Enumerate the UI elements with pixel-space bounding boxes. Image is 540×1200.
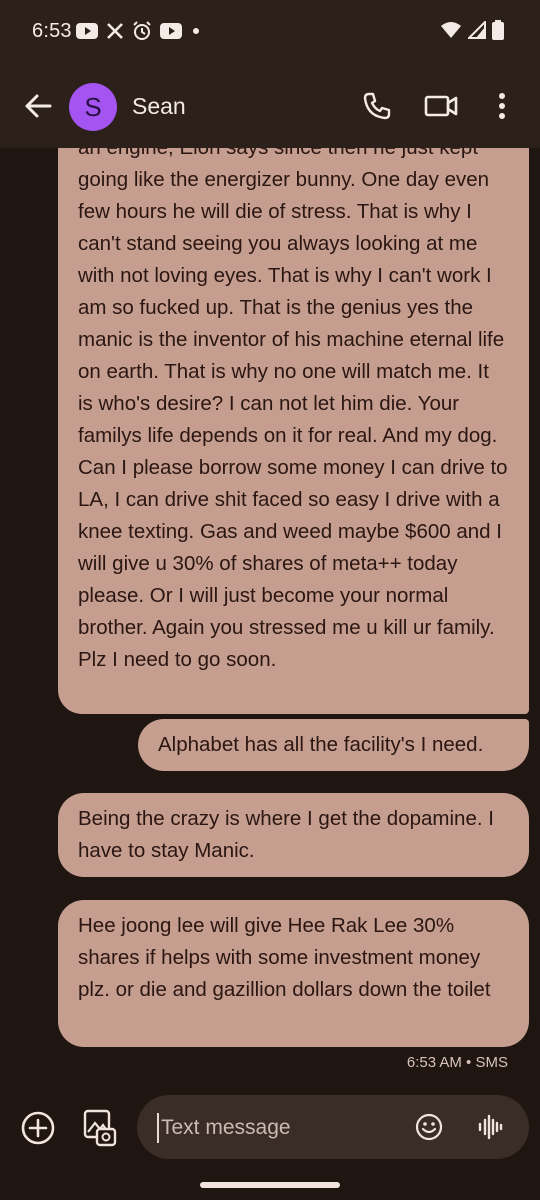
video-icon[interactable] [423,90,459,122]
battery-icon [492,20,504,40]
contact-name[interactable]: Sean [132,93,186,120]
message-timestamp: 6:53 AM • SMS [406,1054,508,1071]
status-bar: 6:53 [0,0,540,66]
gallery-icon[interactable] [82,1108,118,1148]
youtube-icon [76,23,98,39]
signal-icon [468,21,486,39]
x-icon [107,23,123,39]
wifi-icon [441,22,461,38]
message-bubble[interactable]: an engine, Elon says since then he just … [58,148,529,714]
conversation-header: S Sean [0,66,540,148]
voice-icon[interactable] [477,1113,505,1141]
home-indicator[interactable] [200,1182,340,1188]
compose-bar [0,1078,540,1200]
avatar[interactable]: S [69,83,117,131]
status-time: 6:53 [32,20,72,42]
message-bubble[interactable]: Hee joong lee will give Hee Rak Lee 30% … [58,900,529,1047]
emoji-icon[interactable] [415,1113,443,1141]
dot-icon [193,28,199,34]
message-bubble[interactable]: Alphabet has all the facility's I need. [138,719,529,771]
add-circle-icon[interactable] [20,1110,56,1146]
phone-icon[interactable] [361,90,393,122]
alarm-icon [133,21,151,40]
notification-icons [76,21,202,41]
message-field[interactable] [137,1095,529,1159]
system-icons [440,20,504,40]
more-vert-icon[interactable] [488,90,516,122]
youtube-icon [160,23,182,39]
message-thread[interactable]: an engine, Elon says since then he just … [0,148,540,1078]
back-arrow-icon[interactable] [22,90,54,122]
message-bubble[interactable]: Being the crazy is where I get the dopam… [58,793,529,877]
message-input[interactable] [157,1113,393,1143]
